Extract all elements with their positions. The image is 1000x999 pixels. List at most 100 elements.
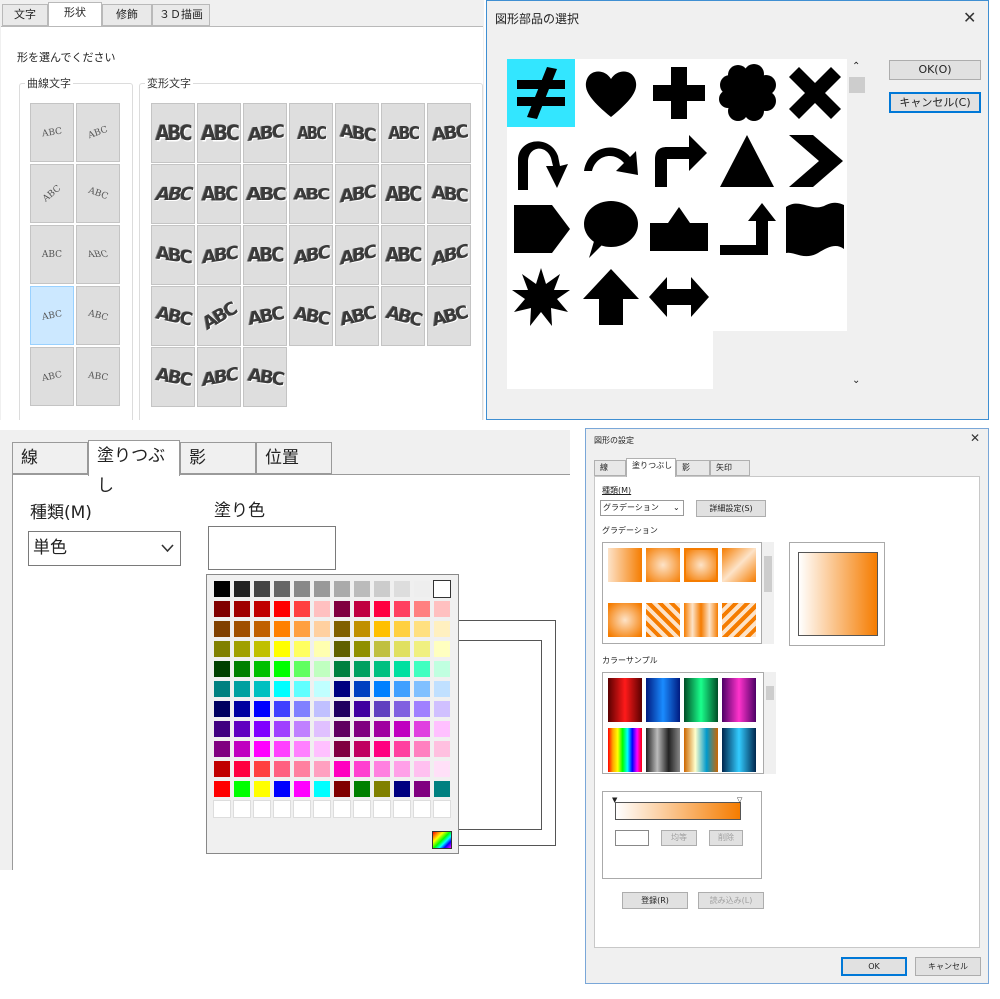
color-swatch[interactable]	[293, 580, 311, 598]
color-swatch[interactable]	[333, 680, 351, 698]
color-swatch[interactable]	[333, 640, 351, 658]
color-swatch[interactable]	[313, 600, 331, 618]
color-swatch[interactable]	[413, 740, 431, 758]
transform-style-option[interactable]: ABC	[427, 286, 471, 346]
color-swatch[interactable]	[213, 740, 231, 758]
color-swatch[interactable]	[273, 620, 291, 638]
color-swatch[interactable]	[253, 720, 271, 738]
color-swatch[interactable]	[273, 580, 291, 598]
color-swatch[interactable]	[433, 580, 451, 598]
color-swatch[interactable]	[333, 620, 351, 638]
color-swatch[interactable]	[273, 660, 291, 678]
color-swatch[interactable]	[273, 740, 291, 758]
color-swatch[interactable]	[393, 600, 411, 618]
color-swatch[interactable]	[353, 580, 371, 598]
color-swatch[interactable]	[373, 580, 391, 598]
color-sample-tile[interactable]	[646, 678, 680, 722]
transform-style-option[interactable]: ABC	[197, 164, 241, 224]
color-swatch[interactable]	[353, 700, 371, 718]
shape-pentagon[interactable]	[507, 195, 575, 263]
curve-style-option[interactable]: ABC	[30, 225, 74, 284]
color-swatch[interactable]	[313, 720, 331, 738]
gallery-scrollbar[interactable]: ⌃ ⌄	[847, 59, 867, 393]
color-swatch[interactable]	[373, 700, 391, 718]
color-swatch[interactable]	[433, 760, 451, 778]
shape-bent-arrow[interactable]	[645, 127, 713, 195]
color-swatch[interactable]	[233, 740, 251, 758]
tab-position[interactable]: 位置	[256, 442, 332, 474]
color-swatch[interactable]	[293, 700, 311, 718]
color-swatch[interactable]	[233, 640, 251, 658]
color-swatch[interactable]	[273, 640, 291, 658]
color-swatch[interactable]	[333, 720, 351, 738]
color-sample-tile[interactable]	[722, 678, 756, 722]
color-swatch[interactable]	[433, 700, 451, 718]
color-swatch[interactable]	[253, 640, 271, 658]
stop-marker-end-icon[interactable]: ▽	[737, 796, 742, 804]
color-swatch[interactable]	[333, 580, 351, 598]
color-swatch[interactable]	[393, 720, 411, 738]
color-swatch[interactable]	[293, 620, 311, 638]
color-swatch[interactable]	[313, 640, 331, 658]
curve-style-option[interactable]: ABC	[30, 286, 74, 345]
color-swatch[interactable]	[353, 780, 371, 798]
color-swatch[interactable]	[353, 680, 371, 698]
gradient-tile[interactable]	[684, 548, 718, 582]
shape-wave-flag[interactable]	[781, 195, 849, 263]
gradient-tile[interactable]	[722, 603, 756, 637]
color-swatch[interactable]	[313, 660, 331, 678]
color-swatch[interactable]	[253, 700, 271, 718]
shape-x-mark[interactable]	[781, 59, 849, 127]
color-swatch[interactable]	[353, 800, 371, 818]
color-swatch[interactable]	[213, 580, 231, 598]
scroll-thumb[interactable]	[766, 686, 774, 700]
transform-style-option[interactable]: ABC	[197, 103, 241, 163]
color-swatch[interactable]	[393, 680, 411, 698]
scroll-thumb[interactable]	[849, 77, 865, 93]
color-swatch[interactable]	[433, 780, 451, 798]
color-swatch[interactable]	[313, 800, 331, 818]
tab-shape[interactable]: 形状	[48, 2, 102, 26]
color-swatch[interactable]	[233, 620, 251, 638]
color-swatch[interactable]	[253, 740, 271, 758]
tab-fill[interactable]: 塗りつぶし	[626, 458, 676, 477]
transform-style-option[interactable]: ABC	[151, 225, 195, 285]
gradient-tile[interactable]	[608, 548, 642, 582]
color-swatch[interactable]	[213, 620, 231, 638]
color-swatch[interactable]	[213, 640, 231, 658]
color-swatch[interactable]	[273, 720, 291, 738]
shape-up-arrow[interactable]	[577, 263, 645, 331]
color-swatch[interactable]	[373, 600, 391, 618]
color-swatch[interactable]	[393, 780, 411, 798]
gradient-tile[interactable]	[722, 548, 756, 582]
transform-style-option[interactable]: ABC	[197, 347, 241, 407]
cancel-button[interactable]: キャンセル(C)	[889, 92, 981, 113]
shape-speech-bubble[interactable]	[577, 195, 645, 263]
color-swatch[interactable]	[333, 660, 351, 678]
color-swatch[interactable]	[333, 600, 351, 618]
color-swatch[interactable]	[213, 600, 231, 618]
color-swatch[interactable]	[253, 780, 271, 798]
color-sample-tile[interactable]	[646, 728, 680, 772]
color-swatch[interactable]	[233, 700, 251, 718]
transform-style-option[interactable]: ABC	[151, 286, 195, 346]
color-swatch[interactable]	[373, 740, 391, 758]
shape-triangle[interactable]	[713, 127, 781, 195]
color-swatch[interactable]	[373, 620, 391, 638]
color-swatch[interactable]	[313, 680, 331, 698]
color-swatch[interactable]	[433, 660, 451, 678]
color-swatch[interactable]	[273, 600, 291, 618]
color-swatch[interactable]	[333, 800, 351, 818]
close-icon[interactable]: ✕	[970, 431, 980, 445]
color-swatch[interactable]	[433, 680, 451, 698]
color-swatch[interactable]	[393, 740, 411, 758]
transform-style-option[interactable]: ABC	[243, 103, 287, 163]
color-swatch[interactable]	[213, 800, 231, 818]
curve-style-option[interactable]: ABC	[30, 103, 74, 162]
color-sample-tile[interactable]	[684, 728, 718, 772]
color-swatch[interactable]	[293, 660, 311, 678]
shape-callout-box[interactable]	[645, 195, 713, 263]
color-swatch[interactable]	[213, 660, 231, 678]
transform-style-option[interactable]: ABC	[243, 225, 287, 285]
ok-button[interactable]: OK(O)	[889, 60, 981, 80]
